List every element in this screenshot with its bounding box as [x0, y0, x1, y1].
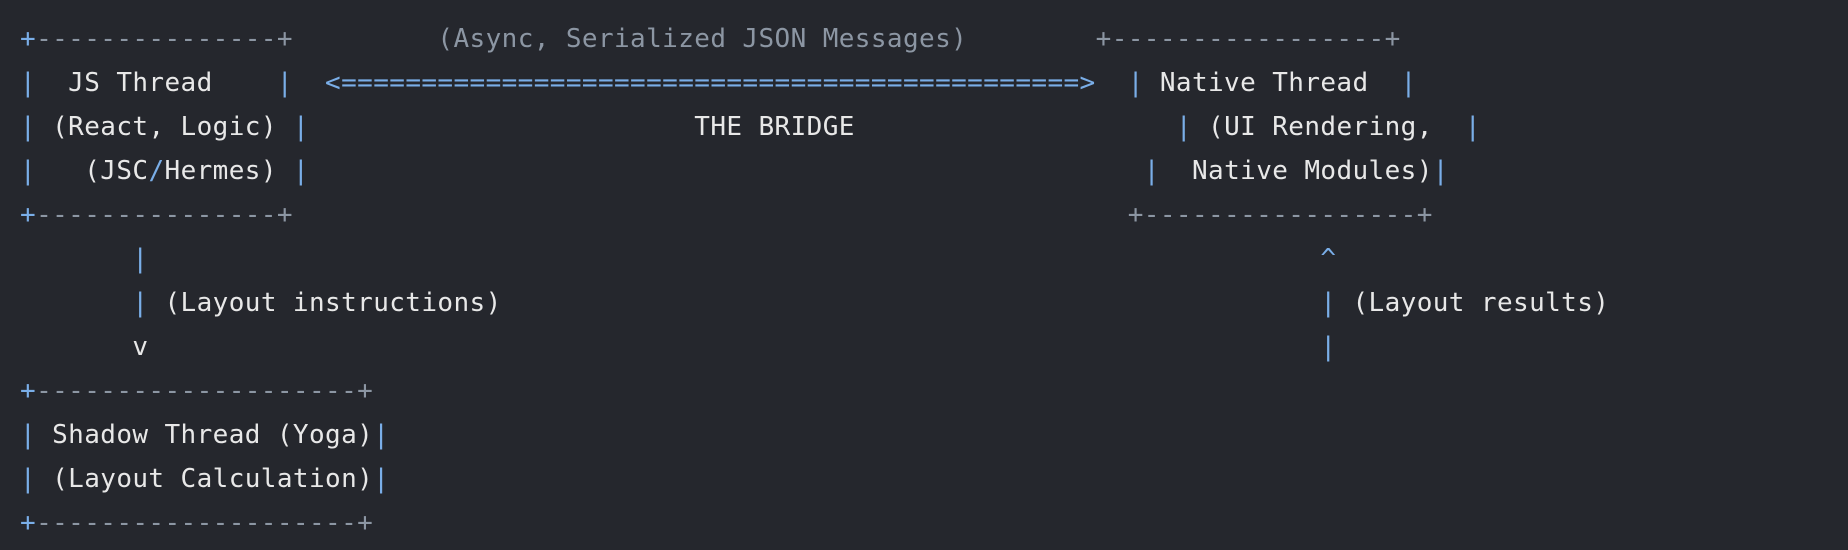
layout-results-label: (Layout results): [1352, 288, 1610, 318]
layout-instructions-arrowhead: v: [132, 332, 149, 362]
row-top-borders: +---------------+ (Async, Serialized JSO…: [20, 24, 1401, 54]
row-thread-names: | JS Thread | <=========================…: [20, 68, 1417, 98]
row-shadow-title: | Shadow Thread (Yoga)|: [20, 420, 390, 450]
row-thread-bottom-borders: +---------------+ +-----------------+: [20, 200, 1433, 230]
row-thread-details: | (React, Logic) | THE BRIDGE | (UI Rend…: [20, 112, 1481, 142]
row-connector-top: | ^: [132, 244, 1337, 274]
shadow-thread-title: Shadow Thread (Yoga): [36, 420, 374, 450]
bridge-caption: (Async, Serialized JSON Messages): [437, 24, 968, 54]
row-thread-engines: | (JSC/Hermes) | | Native Modules)|: [20, 156, 1449, 186]
native-thread-detail: (UI Rendering,: [1208, 112, 1465, 142]
row-shadow-bottom-border: +--------------------+: [20, 508, 374, 538]
row-shadow-top-border: +--------------------+: [20, 376, 374, 406]
shadow-thread-detail: (Layout Calculation): [36, 464, 374, 494]
row-shadow-detail: | (Layout Calculation)|: [20, 464, 390, 494]
layout-instructions-label: (Layout instructions): [164, 288, 502, 318]
js-engine-separator: /: [148, 156, 165, 186]
native-thread-modules: Native Modules): [1175, 156, 1433, 186]
bridge-arrow: <=======================================…: [325, 68, 1096, 98]
native-thread-title: Native Thread: [1143, 68, 1401, 98]
bridge-label: THE BRIDGE: [694, 112, 855, 142]
js-engine-jsc: (JSC: [52, 156, 149, 186]
js-thread-title: JS Thread: [36, 68, 277, 98]
architecture-ascii-diagram: +---------------+ (Async, Serialized JSO…: [20, 17, 1609, 545]
row-connector-bottom: v |: [132, 332, 1337, 362]
js-engine-hermes: Hermes): [164, 156, 293, 186]
row-connector-labels: | (Layout instructions) | (Layout result…: [132, 288, 1610, 318]
js-thread-detail: (React, Logic): [52, 112, 293, 142]
layout-results-arrowhead: ^: [1320, 244, 1337, 274]
